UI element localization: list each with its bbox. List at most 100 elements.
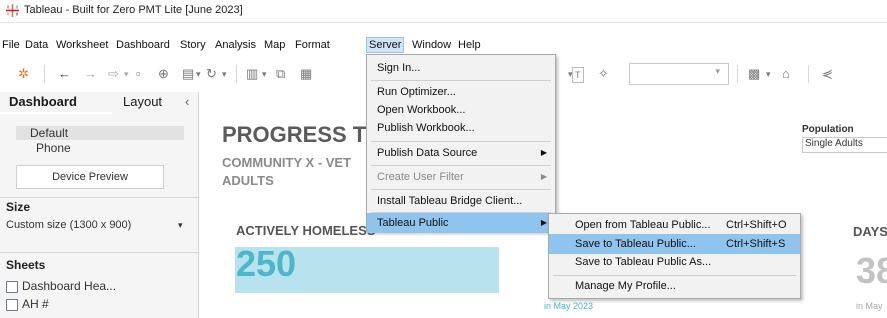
tableau-public-submenu: Open from Tableau Public... Ctrl+Shift+O … bbox=[548, 213, 801, 299]
menu-item-save-to-public-as[interactable]: Save to Tableau Public As... bbox=[549, 252, 800, 272]
menu-item-label: Sign In... bbox=[377, 62, 421, 74]
submenu-arrow-icon: ▶ bbox=[540, 218, 547, 227]
population-filter-value: Single Adults bbox=[805, 138, 863, 149]
toolbar-separator bbox=[737, 65, 738, 83]
population-filter[interactable]: Single Adults bbox=[802, 137, 887, 153]
menu-item-publish-workbook[interactable]: Publish Workbook... bbox=[367, 118, 555, 138]
menu-window[interactable]: Window bbox=[410, 39, 453, 51]
sheet-item[interactable]: AH # bbox=[22, 297, 49, 311]
size-heading: Size bbox=[6, 200, 31, 214]
menu-item-run-optimizer[interactable]: Run Optimizer... bbox=[367, 82, 555, 102]
menu-map[interactable]: Map bbox=[262, 39, 287, 51]
dashboard-subtitle-line1: COMMUNITY X - VET bbox=[222, 155, 352, 170]
text-label-icon[interactable]: T bbox=[572, 67, 584, 83]
menu-item-tableau-public[interactable]: Tableau Public ▶ bbox=[367, 213, 555, 233]
fit-dropdown-arrow-icon: ▾ bbox=[715, 66, 720, 76]
menu-item-manage-profile[interactable]: Manage My Profile... bbox=[549, 276, 800, 296]
show-cards-icon[interactable]: ▩ bbox=[748, 67, 760, 81]
toolbar-separator bbox=[236, 65, 237, 83]
device-default[interactable]: Default bbox=[30, 126, 68, 140]
new-worksheet-dropdown-icon[interactable]: ▾ bbox=[196, 67, 201, 81]
chart-dropdown-icon[interactable]: ▾ bbox=[262, 67, 267, 81]
dashboard-title: PROGRESS T bbox=[222, 122, 367, 147]
menu-item-label: Publish Data Source bbox=[377, 147, 478, 159]
menu-file[interactable]: File bbox=[0, 39, 22, 51]
toolbar-separator bbox=[808, 65, 809, 83]
fit-dropdown[interactable]: ▾ bbox=[629, 63, 729, 85]
menu-separator bbox=[371, 165, 551, 166]
menu-item-label: Manage My Profile... bbox=[575, 280, 676, 292]
chart-icon[interactable]: ▥ bbox=[246, 67, 258, 81]
tableau-logo-icon bbox=[6, 4, 19, 17]
menu-worksheet[interactable]: Worksheet bbox=[54, 39, 110, 51]
menu-item-save-to-public[interactable]: Save to Tableau Public... Ctrl+Shift+S bbox=[549, 234, 800, 254]
menu-item-label: Open Workbook... bbox=[377, 104, 466, 116]
menu-item-sign-in[interactable]: Sign In... bbox=[367, 58, 555, 78]
menu-item-label: Install Tableau Bridge Client... bbox=[377, 195, 523, 207]
menu-dashboard[interactable]: Dashboard bbox=[114, 39, 172, 51]
menu-item-shortcut: Ctrl+Shift+O bbox=[726, 219, 787, 231]
new-worksheet-icon[interactable]: ▤ bbox=[182, 67, 194, 81]
right-kpi-label: DAYS bbox=[853, 224, 887, 239]
duplicate-icon[interactable]: ⧉ bbox=[276, 67, 285, 81]
dashboard-side-pane: Dashboard Layout ‹ Default Phone Device … bbox=[0, 92, 199, 318]
menu-analysis[interactable]: Analysis bbox=[213, 39, 258, 51]
sheet-icon bbox=[6, 299, 18, 311]
menu-item-label: Tableau Public bbox=[377, 217, 449, 229]
menu-item-label: Publish Workbook... bbox=[377, 122, 475, 134]
refresh-dropdown-icon[interactable]: ▾ bbox=[222, 67, 227, 81]
show-cards-dropdown-icon[interactable]: ▾ bbox=[766, 67, 771, 81]
collapse-pane-icon[interactable]: ‹ bbox=[185, 94, 189, 109]
server-menu: Sign In... Run Optimizer... Open Workboo… bbox=[366, 54, 556, 233]
kpi-value: 250 bbox=[236, 243, 297, 284]
menu-story[interactable]: Story bbox=[178, 39, 208, 51]
population-label: Population bbox=[802, 124, 854, 135]
back-icon[interactable]: ← bbox=[58, 67, 71, 81]
active-tab-indicator bbox=[0, 112, 112, 114]
divider bbox=[0, 252, 198, 253]
kpi-label: ACTIVELY HOMELESS bbox=[236, 223, 376, 238]
forward-icon[interactable]: → bbox=[84, 67, 97, 81]
sheet-item[interactable]: Dashboard Hea... bbox=[22, 279, 116, 293]
refresh-icon[interactable]: ↻ bbox=[206, 67, 217, 81]
pin-icon[interactable]: ✧ bbox=[598, 67, 609, 81]
menu-item-label: Create User Filter bbox=[377, 171, 464, 183]
menu-item-create-user-filter[interactable]: Create User Filter ▶ bbox=[367, 167, 555, 187]
bar-chart-icon[interactable]: ▦ bbox=[300, 67, 312, 81]
connect-dropdown-icon[interactable]: ▾ bbox=[124, 67, 129, 81]
menu-separator bbox=[371, 141, 551, 142]
connect-data-icon[interactable]: ⇨ bbox=[108, 67, 119, 81]
menu-item-label: Run Optimizer... bbox=[377, 86, 456, 98]
menu-separator bbox=[371, 80, 551, 81]
menu-item-label: Save to Tableau Public... bbox=[575, 238, 696, 250]
device-phone[interactable]: Phone bbox=[36, 141, 71, 155]
menu-data[interactable]: Data bbox=[23, 39, 50, 51]
sheet-icon bbox=[6, 281, 18, 293]
window-title: Tableau - Built for Zero PMT Lite [June … bbox=[24, 4, 243, 16]
presentation-icon[interactable]: ⌂ bbox=[782, 67, 790, 81]
divider bbox=[0, 197, 198, 198]
menu-item-label: Open from Tableau Public... bbox=[575, 219, 711, 231]
menu-item-publish-data-source[interactable]: Publish Data Source ▶ bbox=[367, 143, 555, 163]
menu-item-open-workbook[interactable]: Open Workbook... bbox=[367, 100, 555, 120]
menu-item-open-from-public[interactable]: Open from Tableau Public... Ctrl+Shift+O bbox=[549, 215, 800, 235]
share-icon[interactable]: ⋞ bbox=[822, 67, 833, 81]
tableau-home-icon[interactable]: ✲ bbox=[18, 67, 29, 81]
menu-item-install-bridge[interactable]: Install Tableau Bridge Client... bbox=[367, 191, 555, 211]
right-kpi-value: 38 bbox=[856, 250, 887, 291]
save-icon[interactable]: ▫ bbox=[136, 67, 141, 81]
menu-help[interactable]: Help bbox=[456, 39, 483, 51]
tab-dashboard[interactable]: Dashboard bbox=[9, 94, 77, 109]
menu-item-shortcut: Ctrl+Shift+S bbox=[726, 238, 786, 250]
tab-layout[interactable]: Layout bbox=[123, 94, 162, 109]
menu-separator bbox=[371, 189, 551, 190]
title-bar: Tableau - Built for Zero PMT Lite [June … bbox=[0, 0, 887, 23]
menu-server[interactable]: Server bbox=[366, 37, 405, 53]
new-datasource-icon[interactable]: ⊕ bbox=[158, 67, 169, 81]
size-dropdown[interactable]: Custom size (1300 x 900) bbox=[6, 219, 131, 231]
size-dropdown-arrow-icon[interactable]: ▾ bbox=[178, 220, 183, 231]
device-preview-button[interactable]: Device Preview bbox=[16, 165, 164, 189]
menu-format[interactable]: Format bbox=[293, 39, 332, 51]
menu-item-label: Save to Tableau Public As... bbox=[575, 256, 712, 268]
menu-bar: File Data Worksheet Dashboard Story Anal… bbox=[0, 37, 887, 55]
